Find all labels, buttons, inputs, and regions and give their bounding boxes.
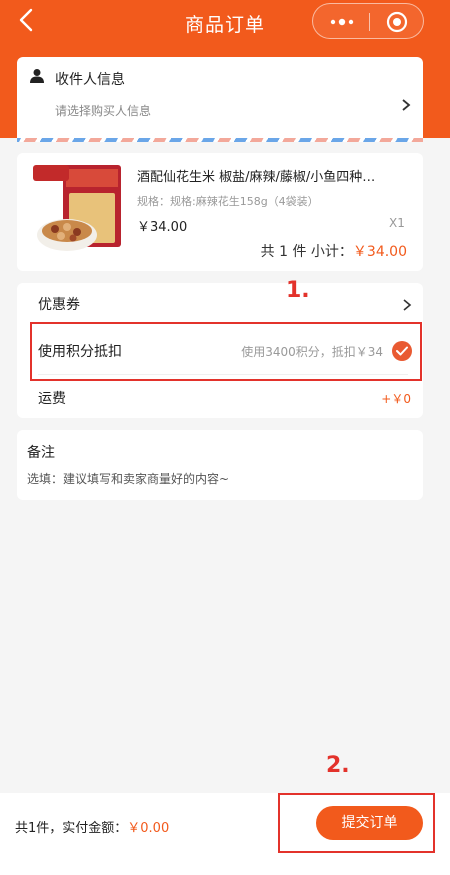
subtotal-label: 共 1 件 小计： [260, 244, 353, 260]
remarks-input-hint[interactable]: 选填：建议填写和卖家商量好的内容~ [27, 470, 229, 487]
payment-summary-label: 共1件，实付金额： [15, 821, 128, 836]
annotation-box-1 [30, 322, 422, 381]
subtotal-amount: ￥34.00 [352, 244, 407, 260]
annotation-box-2 [278, 793, 435, 853]
annotation-marker-2: 2. [326, 753, 350, 778]
coupon-label: 优惠券 [38, 297, 80, 313]
annotation-marker-1: 1. [286, 278, 310, 303]
envelope-stripe-divider [17, 138, 423, 142]
shipping-fee-value: +￥0 [381, 392, 411, 406]
recipient-info-placeholder: 请选择购买人信息 [55, 104, 152, 118]
payment-amount: ￥0.00 [127, 821, 170, 836]
shipping-fee-row: 运费 +￥0 [17, 377, 423, 419]
close-mini-program-icon[interactable] [386, 11, 408, 33]
recipient-info-card[interactable]: 收件人信息 请选择购买人信息 [17, 57, 423, 141]
shipping-fee-label: 运费 [38, 391, 66, 407]
payment-summary: 共1件，实付金额：￥0.00 [15, 817, 169, 836]
capsule-divider [369, 13, 370, 31]
remarks-card[interactable]: 备注 选填：建议填写和卖家商量好的内容~ [17, 430, 423, 500]
product-subtotal: 共 1 件 小计：￥34.00 [261, 241, 407, 261]
product-name[interactable]: 酒配仙花生米 椒盐/麻辣/藤椒/小鱼四种… [137, 166, 407, 185]
coupon-row[interactable]: 优惠券 [17, 283, 423, 325]
product-price: ￥34.00 [137, 220, 188, 235]
product-quantity: X1 [389, 216, 405, 230]
product-image [33, 163, 125, 255]
product-card: 酒配仙花生米 椒盐/麻辣/藤椒/小鱼四种… 规格：规格:麻辣花生158g（4袋装… [17, 153, 423, 271]
remarks-title: 备注 [27, 445, 55, 461]
person-icon [29, 68, 45, 84]
chevron-right-icon [400, 97, 412, 111]
more-options-icon[interactable] [327, 13, 357, 31]
chevron-right-icon [402, 297, 412, 311]
mini-program-capsule [312, 3, 424, 39]
product-spec: 规格：规格:麻辣花生158g（4袋装） [137, 195, 319, 208]
recipient-info-title: 收件人信息 [55, 72, 125, 88]
